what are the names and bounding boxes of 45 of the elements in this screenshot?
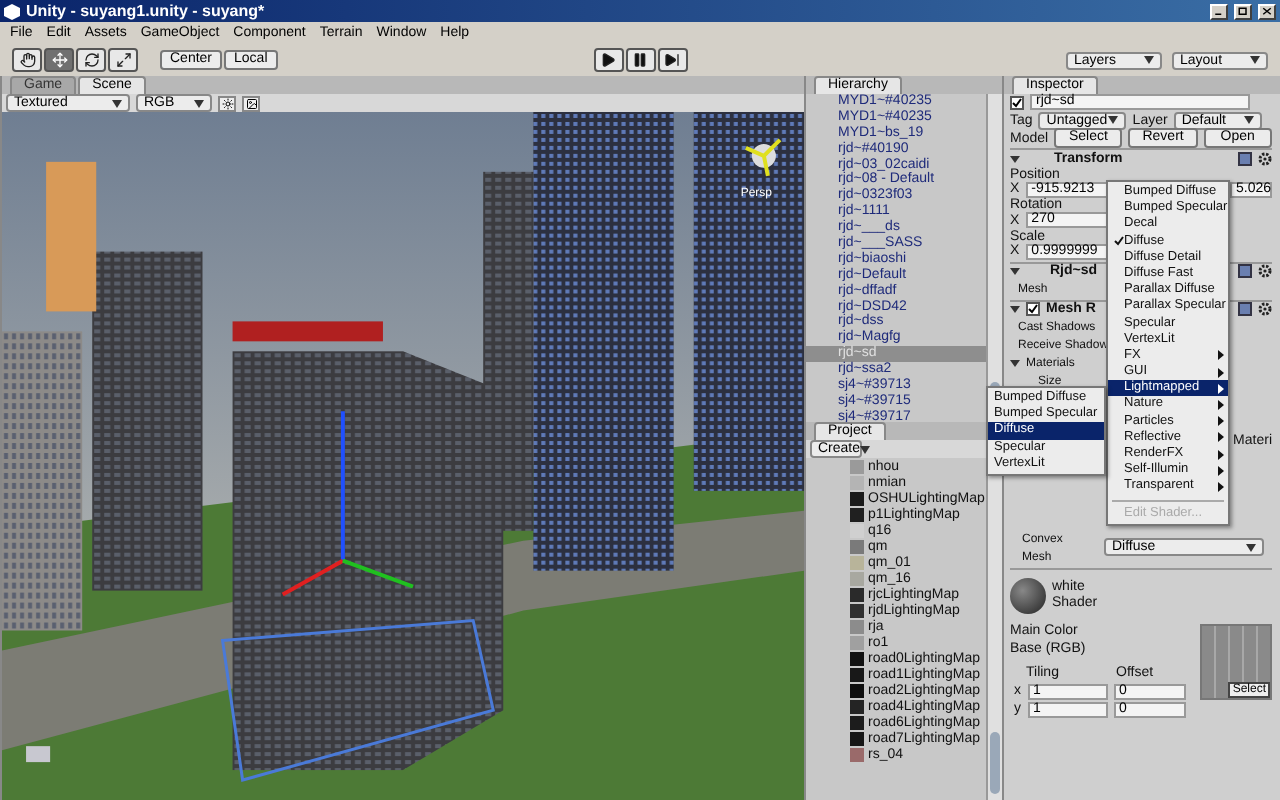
move-icon xyxy=(51,52,67,68)
check-icon xyxy=(1012,97,1022,107)
scale-icon xyxy=(115,52,131,68)
enabled-checkbox[interactable] xyxy=(1026,302,1040,316)
close-icon[interactable] xyxy=(1258,3,1276,19)
expanded-triangle-icon[interactable] xyxy=(1010,304,1020,314)
rotate-tool-button[interactable] xyxy=(76,48,106,72)
material-preview-sphere xyxy=(1010,577,1046,613)
sun-icon xyxy=(221,97,233,109)
caret-icon xyxy=(112,99,122,107)
gear-icon[interactable] xyxy=(1258,264,1272,278)
play-button[interactable] xyxy=(593,48,623,72)
caret-icon xyxy=(194,99,204,107)
caret-icon xyxy=(1246,543,1256,551)
step-button[interactable] xyxy=(657,48,687,72)
maximize-icon[interactable] xyxy=(1234,3,1252,19)
active-checkbox[interactable] xyxy=(1010,95,1024,109)
move-tool-button[interactable] xyxy=(44,48,74,72)
lighting-toggle-button[interactable] xyxy=(218,95,236,111)
caret-icon xyxy=(860,445,871,453)
hand-tool-button[interactable] xyxy=(12,48,42,72)
check-icon xyxy=(1114,236,1124,247)
gear-icon[interactable] xyxy=(1258,302,1272,316)
caret-icon xyxy=(1108,116,1119,124)
gear-icon[interactable] xyxy=(1258,151,1272,165)
expanded-triangle-icon[interactable] xyxy=(1010,153,1020,163)
expanded-triangle-icon[interactable] xyxy=(1010,358,1020,368)
window-title: Unity - suyang1.unity - suyang* xyxy=(26,2,267,20)
caret-icon xyxy=(1144,56,1154,64)
hand-icon xyxy=(19,52,35,68)
pause-icon xyxy=(632,52,648,68)
expanded-triangle-icon[interactable] xyxy=(1010,266,1020,276)
book-icon[interactable] xyxy=(1238,151,1252,165)
image-icon xyxy=(245,97,257,109)
step-icon xyxy=(664,52,680,68)
check-icon xyxy=(1028,304,1038,314)
caret-icon xyxy=(1243,116,1254,124)
scale-tool-button[interactable] xyxy=(108,48,138,72)
caret-icon xyxy=(1250,56,1260,64)
pause-button[interactable] xyxy=(625,48,655,72)
image-toggle-button[interactable] xyxy=(242,95,260,111)
rotate-icon xyxy=(83,52,99,68)
cube-logo-icon xyxy=(4,3,20,19)
play-icon xyxy=(600,52,616,68)
minimize-icon[interactable] xyxy=(1210,3,1228,19)
